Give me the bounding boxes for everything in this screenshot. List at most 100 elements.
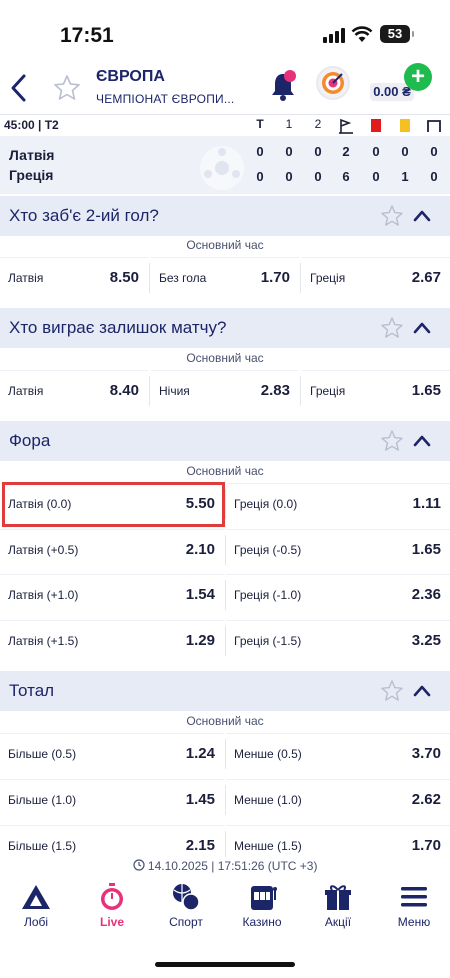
lobby-icon [22, 885, 50, 909]
battery-icon: 53 [380, 25, 414, 43]
odd-label: Латвія (+1.5) [8, 634, 79, 648]
odd-label: Греція (-1.5) [234, 634, 302, 648]
nav-label: Казино [242, 915, 282, 929]
odd-button[interactable]: Нічия 2.83 [151, 370, 299, 412]
odd-value: 1.65 [411, 382, 441, 399]
odd-value: 1.70 [411, 837, 441, 854]
odd-value: 1.70 [260, 269, 290, 286]
home-goal-kicks: 0 [430, 144, 438, 159]
odd-value: 1.11 [412, 495, 441, 512]
odd-value: 2.62 [411, 791, 441, 808]
odd-label: Нічия [159, 384, 190, 398]
target-icon[interactable] [316, 66, 350, 100]
corner-flag-icon [339, 118, 353, 134]
wifi-icon [351, 26, 373, 42]
odd-button[interactable]: Латвія (+1.5) 1.29 [0, 620, 224, 662]
star-icon[interactable] [380, 429, 404, 453]
red-card-icon [371, 119, 381, 132]
away-half1-score: 0 [285, 169, 293, 184]
chevron-up-icon[interactable] [412, 432, 432, 450]
odd-label: Латвія [8, 384, 44, 398]
odd-button[interactable]: Греція (-1.0) 2.36 [226, 574, 450, 616]
odd-button[interactable]: Більше (1.0) 1.45 [0, 779, 224, 821]
timestamp-text: 14.10.2025 | 17:51:26 (UTC +3) [147, 859, 318, 873]
odd-label: Більше (1.0) [8, 793, 77, 807]
star-icon[interactable] [380, 204, 404, 228]
odd-value: 2.15 [185, 837, 215, 854]
odd-label: Латвія [8, 271, 44, 285]
column-half2: 2 [314, 117, 322, 131]
chevron-up-icon[interactable] [412, 682, 432, 700]
sport-balls-icon [173, 884, 200, 911]
odd-button[interactable]: Без гола 1.70 [151, 257, 299, 299]
odd-button[interactable]: Греція (-0.5) 1.65 [226, 529, 450, 571]
app-header: ЄВРОПА ЧЕМПІОНАТ ЄВРОПИ... 0.00 ₴ + [0, 62, 450, 114]
nav-lobby[interactable]: Лобі [0, 882, 74, 929]
odd-label: Більше (1.5) [8, 839, 77, 853]
status-time: 17:51 [60, 24, 114, 47]
odd-button[interactable]: Греція (-1.5) 3.25 [226, 620, 450, 662]
odd-button[interactable]: Латвія (+1.0) 1.54 [0, 574, 224, 616]
odd-value: 2.36 [411, 586, 441, 603]
market-title: Хто виграє залишок матчу? [9, 318, 227, 337]
odd-button[interactable]: Латвія 8.40 [0, 370, 148, 412]
odd-label: Без гола [159, 271, 207, 285]
market-header-total[interactable]: Тотал [0, 671, 450, 711]
market-header-rest-of-match[interactable]: Хто виграє залишок матчу? [0, 308, 450, 348]
odd-label: Греція (-0.5) [234, 543, 302, 557]
deposit-plus-button[interactable]: + [404, 63, 432, 91]
odd-button[interactable]: Греція 2.67 [302, 257, 450, 299]
nav-menu[interactable]: Меню [376, 882, 450, 929]
star-icon[interactable] [380, 316, 404, 340]
odd-label: Греція (-1.0) [234, 588, 302, 602]
nav-sport[interactable]: Спорт [148, 882, 224, 929]
period-label: Основний час [186, 351, 264, 365]
odd-button[interactable]: Латвія 8.50 [0, 257, 148, 299]
gift-icon [325, 885, 351, 910]
odd-value: 1.54 [185, 586, 215, 603]
nav-label: Live [99, 915, 124, 929]
period-label: Основний час [186, 714, 264, 728]
market-header-handicap[interactable]: Фора [0, 421, 450, 461]
back-arrow-icon[interactable] [6, 70, 32, 106]
selection-highlight [2, 482, 225, 527]
scoreboard: Латвія Греція 0 0 0 2 0 0 0 0 0 0 6 0 1 … [0, 136, 450, 194]
nav-live[interactable]: Live [74, 882, 150, 929]
home-half2-score: 0 [314, 144, 322, 159]
away-goal-kicks: 0 [430, 169, 438, 184]
favorite-star-icon[interactable] [52, 73, 82, 103]
notification-badge [284, 70, 296, 82]
odd-value: 2.10 [185, 541, 215, 558]
odd-button[interactable]: Греція (0.0) 1.11 [226, 483, 450, 525]
odd-button[interactable]: Греція 1.65 [302, 370, 450, 412]
nav-label: Меню [397, 915, 431, 929]
chevron-up-icon[interactable] [412, 207, 432, 225]
odd-value: 2.83 [260, 382, 290, 399]
odd-label: Менше (0.5) [234, 747, 302, 761]
odd-label: Менше (1.5) [234, 839, 302, 853]
yellow-card-icon [400, 119, 410, 132]
menu-icon [401, 887, 427, 907]
period-label: Основний час [186, 238, 264, 252]
home-yellow-cards: 0 [401, 144, 409, 159]
star-icon[interactable] [380, 679, 404, 703]
team-home: Латвія [9, 147, 55, 163]
nav-label: Акції [324, 915, 352, 929]
chevron-up-icon[interactable] [412, 319, 432, 337]
odd-button[interactable]: Більше (0.5) 1.24 [0, 733, 224, 775]
odd-button[interactable]: Менше (0.5) 3.70 [226, 733, 450, 775]
odd-button[interactable]: Менше (1.0) 2.62 [226, 779, 450, 821]
odd-button[interactable]: Латвія (+0.5) 2.10 [0, 529, 224, 571]
scoreboard-header: 45:00 | Т2 Т 1 2 [0, 114, 450, 136]
odd-label: Греція [310, 271, 346, 285]
away-half2-score: 0 [314, 169, 322, 184]
column-total: Т [256, 117, 264, 131]
market-header-second-goal[interactable]: Хто заб'є 2-ий гол? [0, 196, 450, 236]
odd-value: 1.29 [185, 632, 215, 649]
away-total-score: 0 [256, 169, 264, 184]
nav-promotions[interactable]: Акції [300, 882, 376, 929]
nav-casino[interactable]: Казино [224, 882, 300, 929]
cellular-signal-icon [323, 27, 345, 43]
odd-value: 8.40 [109, 382, 139, 399]
away-yellow-cards: 1 [401, 169, 409, 184]
